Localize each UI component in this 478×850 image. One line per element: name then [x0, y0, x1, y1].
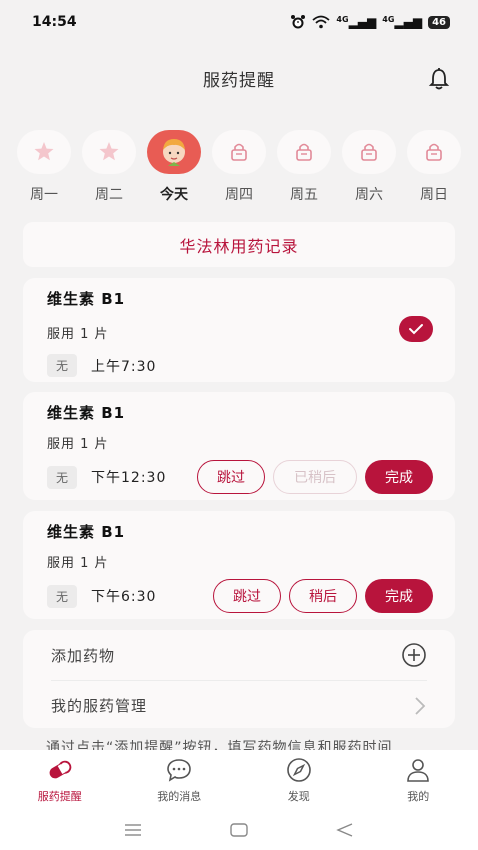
complete-button[interactable]: 完成: [365, 579, 433, 613]
day-circle: [82, 130, 136, 174]
day-sat[interactable]: 周六: [341, 130, 397, 204]
action-buttons: 跳过 稍后 完成: [213, 579, 433, 613]
done-check-icon[interactable]: [399, 316, 433, 342]
day-circle: [17, 130, 71, 174]
med-name: 维生素 B1: [47, 290, 126, 308]
lock-icon: [426, 143, 442, 161]
day-circle: [342, 130, 396, 174]
add-medication-row[interactable]: 添加药物: [51, 630, 427, 680]
page-title: 服药提醒: [203, 70, 275, 91]
snooze-button[interactable]: 稍后: [289, 579, 357, 613]
add-medication-label: 添加药物: [51, 646, 116, 665]
status-bar: 14:54 4G▂▄▆ 4G▂▄▆ 46: [0, 0, 478, 44]
alarm-icon: [291, 15, 306, 29]
header: 服药提醒: [0, 58, 478, 98]
my-management-label: 我的服药管理: [51, 697, 148, 715]
med-card: 维生素 B1 服用 1 片 无 下午6:30 跳过 稍后 完成: [23, 511, 455, 619]
my-medication-management-row[interactable]: 我的服药管理: [51, 680, 427, 730]
lock-icon: [296, 143, 312, 161]
avatar-icon: [163, 139, 185, 166]
med-dose: 服用 1 片: [47, 327, 109, 342]
med-name: 维生素 B1: [47, 404, 126, 422]
day-sun[interactable]: 周日: [406, 130, 462, 204]
med-row: 无 下午6:30 跳过 稍后 完成: [47, 579, 433, 613]
warfarin-record-button[interactable]: 华法林用药记录: [23, 222, 455, 267]
profile-icon: [405, 757, 431, 783]
manage-card: 添加药物 我的服药管理: [23, 630, 455, 728]
home-icon[interactable]: [230, 823, 248, 837]
med-tag: 无: [47, 354, 78, 377]
med-row: 无 下午12:30 跳过 已稍后 完成: [47, 460, 433, 494]
day-fri[interactable]: 周五: [276, 130, 332, 204]
day-circle: [407, 130, 461, 174]
tab-bar: 服药提醒 我的消息 发现 我的: [0, 750, 478, 810]
day-label: 周五: [290, 187, 318, 203]
med-time: 上午7:30: [91, 358, 157, 375]
bell-icon[interactable]: [426, 66, 452, 92]
back-icon[interactable]: [336, 823, 354, 837]
message-icon: [166, 757, 192, 783]
day-tue[interactable]: 周二: [81, 130, 137, 204]
menu-icon[interactable]: [124, 823, 142, 837]
star-icon: [99, 142, 119, 161]
tab-label: 我的: [407, 789, 430, 803]
med-tag: 无: [47, 465, 78, 489]
tab-profile[interactable]: 我的: [368, 757, 468, 804]
tab-label: 发现: [287, 789, 310, 803]
day-label: 周一: [30, 187, 58, 203]
pill-icon: [47, 757, 73, 783]
day-label: 今天: [160, 187, 188, 203]
wifi-icon: [312, 15, 331, 29]
day-circle: [277, 130, 331, 174]
day-label: 周四: [225, 187, 253, 203]
chevron-right-icon: [415, 696, 426, 715]
med-card: 维生素 B1 服用 1 片 无 下午12:30 跳过 已稍后 完成: [23, 392, 455, 500]
status-icons: 4G▂▄▆ 4G▂▄▆ 46: [290, 14, 450, 30]
tab-label: 服药提醒: [37, 789, 82, 803]
lock-icon: [231, 143, 247, 161]
med-dose: 服用 1 片: [47, 556, 109, 571]
plus-circle-icon: [402, 643, 426, 667]
system-nav-bar: [0, 810, 478, 850]
day-mon[interactable]: 周一: [16, 130, 72, 204]
tab-medication-reminder[interactable]: 服药提醒: [10, 757, 110, 804]
day-thu[interactable]: 周四: [211, 130, 267, 204]
complete-button[interactable]: 完成: [365, 460, 433, 494]
tab-messages[interactable]: 我的消息: [129, 757, 229, 804]
day-today[interactable]: 今天: [146, 130, 202, 204]
signal-icon: 4G▂▄▆: [336, 15, 377, 29]
med-time: 下午12:30: [91, 470, 167, 486]
tab-discover[interactable]: 发现: [249, 757, 349, 804]
battery-icon: 46: [428, 15, 450, 29]
lock-icon: [361, 143, 377, 161]
med-card: 维生素 B1 服用 1 片 无 上午7:30: [23, 278, 455, 382]
signal-icon-2: 4G▂▄▆: [382, 15, 423, 29]
week-strip: 周一 周二 今天 周四 周五 周六 周日: [16, 130, 462, 204]
med-tag: 无: [47, 584, 78, 608]
day-label: 周六: [355, 187, 383, 203]
med-time: 下午6:30: [91, 589, 157, 605]
med-dose: 服用 1 片: [47, 437, 109, 452]
day-label: 周二: [95, 187, 123, 203]
skip-button[interactable]: 跳过: [197, 460, 265, 494]
day-label: 周日: [420, 187, 448, 203]
snoozed-button: 已稍后: [273, 460, 357, 494]
med-row: 无 上午7:30: [47, 354, 431, 377]
star-icon: [34, 142, 54, 161]
day-circle-today: [147, 130, 201, 174]
skip-button[interactable]: 跳过: [213, 579, 281, 613]
compass-icon: [286, 757, 312, 783]
status-time: 14:54: [32, 14, 77, 30]
med-name: 维生素 B1: [47, 523, 126, 541]
hint-text: 通过点击“添加提醒”按钮，填写药物信息和服药时间: [46, 740, 393, 751]
day-circle: [212, 130, 266, 174]
tab-label: 我的消息: [157, 789, 202, 803]
action-buttons: 跳过 已稍后 完成: [197, 460, 433, 494]
